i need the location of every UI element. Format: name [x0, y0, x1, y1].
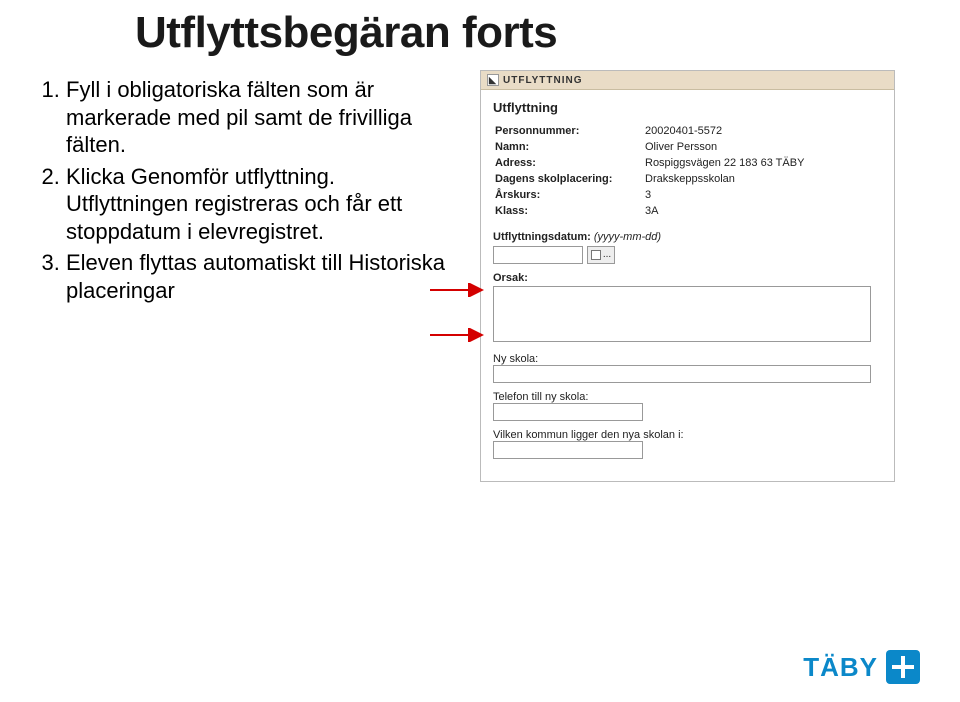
- table-row: Namn: Oliver Persson: [493, 139, 882, 155]
- table-row: Årskurs: 3: [493, 187, 882, 203]
- ny-skola-label: Ny skola:: [493, 353, 538, 365]
- klass-label: Klass:: [493, 203, 643, 219]
- arskurs-value: 3: [643, 187, 882, 203]
- orsak-field: Orsak:: [493, 272, 882, 345]
- table-row: Klass: 3A: [493, 203, 882, 219]
- arskurs-label: Årskurs:: [493, 187, 643, 203]
- utflyttningsdatum-field: Utflyttningsdatum: (yyyy-mm-dd) ...: [493, 231, 882, 264]
- logo-badge-icon: [886, 650, 920, 684]
- orsak-label: Orsak:: [493, 272, 528, 284]
- ny-skola-input[interactable]: [493, 365, 871, 383]
- adress-value: Rospiggsvägen 22 183 63 TÄBY: [643, 155, 882, 171]
- logo-text: TÄBY: [803, 652, 878, 683]
- skolplacering-value: Drakskeppsskolan: [643, 171, 882, 187]
- window-icon: ◣: [487, 74, 499, 86]
- page-title: Utflyttsbegäran forts: [135, 8, 960, 58]
- namn-label: Namn:: [493, 139, 643, 155]
- taby-logo: TÄBY: [803, 650, 920, 684]
- app-screenshot: ◣ UTFLYTTNING Utflyttning Personnummer: …: [480, 70, 895, 482]
- utflyttningsdatum-input[interactable]: [493, 246, 583, 264]
- utflyttningsdatum-label: Utflyttningsdatum:: [493, 231, 591, 243]
- kommun-input[interactable]: [493, 441, 643, 459]
- calendar-icon: [591, 250, 601, 260]
- telefon-field: Telefon till ny skola:: [493, 391, 882, 421]
- namn-value: Oliver Persson: [643, 139, 882, 155]
- window-header: ◣ UTFLYTTNING: [481, 71, 894, 90]
- adress-label: Adress:: [493, 155, 643, 171]
- orsak-textarea[interactable]: [493, 286, 871, 342]
- instruction-item: Eleven flyttas automatiskt till Historis…: [66, 249, 448, 304]
- telefon-input[interactable]: [493, 403, 643, 421]
- ny-skola-field: Ny skola:: [493, 353, 882, 383]
- telefon-label: Telefon till ny skola:: [493, 391, 588, 403]
- instruction-item: Klicka Genomför utflyttning. Utflyttning…: [66, 163, 448, 246]
- instruction-list: Fyll i obligatoriska fälten som är marke…: [38, 76, 448, 308]
- kommun-field: Vilken kommun ligger den nya skolan i:: [493, 429, 882, 459]
- window-title: UTFLYTTNING: [503, 75, 583, 86]
- table-row: Personnummer: 20020401-5572: [493, 123, 882, 139]
- instruction-item: Fyll i obligatoriska fälten som är marke…: [66, 76, 448, 159]
- student-info-table: Personnummer: 20020401-5572 Namn: Oliver…: [493, 123, 882, 219]
- kommun-label: Vilken kommun ligger den nya skolan i:: [493, 429, 684, 441]
- personnummer-label: Personnummer:: [493, 123, 643, 139]
- skolplacering-label: Dagens skolplacering:: [493, 171, 643, 187]
- section-title: Utflyttning: [493, 100, 882, 115]
- personnummer-value: 20020401-5572: [643, 123, 882, 139]
- table-row: Adress: Rospiggsvägen 22 183 63 TÄBY: [493, 155, 882, 171]
- date-picker-button[interactable]: ...: [587, 246, 615, 264]
- klass-value: 3A: [643, 203, 882, 219]
- table-row: Dagens skolplacering: Drakskeppsskolan: [493, 171, 882, 187]
- utflyttningsdatum-hint: (yyyy-mm-dd): [594, 231, 661, 243]
